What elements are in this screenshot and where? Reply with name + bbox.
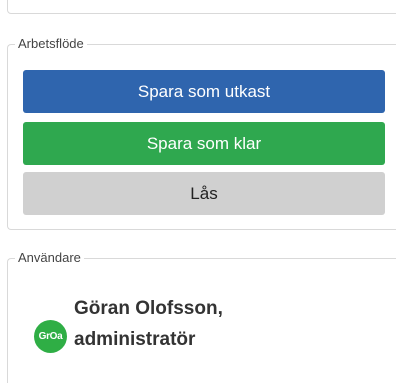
users-legend: Användare [15, 249, 84, 267]
workflow-legend: Arbetsflöde [15, 35, 87, 53]
user-name-line2: administratör [74, 329, 196, 350]
previous-panel-border [7, 0, 396, 14]
page: Arbetsflöde Spara som utkast Spara som k… [0, 0, 396, 383]
user-name: Göran Olofsson, administratör [74, 293, 223, 355]
save-ready-button[interactable]: Spara som klar [23, 122, 385, 165]
user-name-line1: Göran Olofsson, [74, 298, 223, 319]
avatar: GrOa [34, 320, 67, 353]
save-draft-button[interactable]: Spara som utkast [23, 70, 385, 113]
users-panel: Användare GrOa Göran Olofsson, administr… [7, 249, 396, 383]
workflow-panel: Arbetsflöde Spara som utkast Spara som k… [7, 35, 396, 230]
lock-button[interactable]: Lås [23, 172, 385, 215]
